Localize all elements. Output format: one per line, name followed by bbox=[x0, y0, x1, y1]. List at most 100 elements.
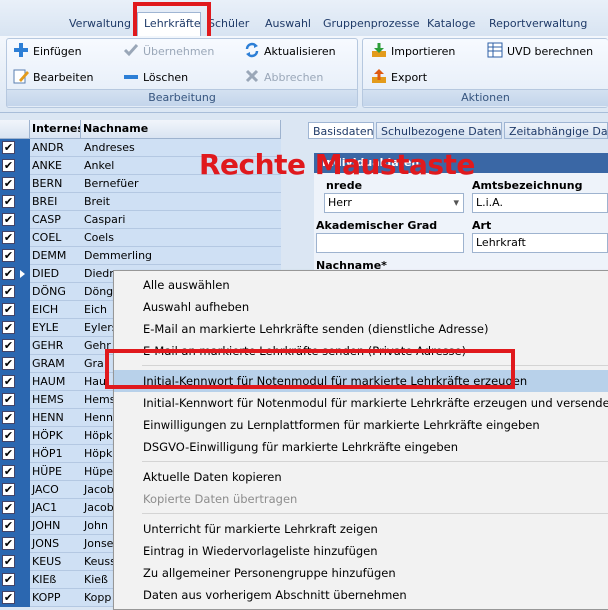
tab-verwaltung[interactable]: Verwaltung bbox=[69, 17, 131, 33]
row-checkbox[interactable]: ✔ bbox=[2, 195, 15, 208]
aktualisieren-button[interactable]: Aktualisieren bbox=[244, 42, 336, 62]
context-menu-item[interactable]: Eintrag in Wiedervorlageliste hinzufügen bbox=[114, 540, 608, 562]
cell-kuerzel[interactable]: HAUM bbox=[30, 373, 83, 391]
grid-header-check[interactable] bbox=[0, 120, 30, 138]
tab-auswahl[interactable]: Auswahl bbox=[265, 17, 311, 33]
context-menu-item[interactable]: DSGVO-Einwilligung für markierte Lehrkrä… bbox=[114, 436, 608, 458]
art-field[interactable]: Lehrkraft bbox=[472, 233, 608, 253]
cell-kuerzel[interactable]: KOPP bbox=[30, 589, 83, 607]
tab-reportverwaltung[interactable]: Reportverwaltung bbox=[489, 17, 587, 33]
group-title-aktionen: Aktionen bbox=[363, 89, 608, 106]
art-label: Art bbox=[472, 219, 492, 232]
cell-kuerzel[interactable]: COEL bbox=[30, 229, 83, 247]
abbrechen-label: Abbrechen bbox=[264, 71, 324, 84]
einfuegen-button[interactable]: Einfügen bbox=[13, 42, 82, 62]
uebernehmen-button[interactable]: Übernehmen bbox=[123, 42, 214, 62]
row-checkbox[interactable]: ✔ bbox=[2, 213, 15, 226]
row-checkbox[interactable]: ✔ bbox=[2, 519, 15, 532]
cell-kuerzel[interactable]: JONS bbox=[30, 535, 83, 553]
cell-kuerzel[interactable]: JOHN bbox=[30, 517, 83, 535]
row-checkbox[interactable]: ✔ bbox=[2, 159, 15, 172]
cell-kuerzel[interactable]: JACO bbox=[30, 481, 83, 499]
context-menu-item[interactable]: Auswahl aufheben bbox=[114, 296, 608, 318]
row-checkbox[interactable]: ✔ bbox=[2, 249, 15, 262]
table-row[interactable]: ✔ COEL Coels bbox=[0, 229, 284, 247]
column-header-internes-kuerzel[interactable]: Internes K bbox=[30, 120, 81, 138]
row-checkbox[interactable]: ✔ bbox=[2, 483, 15, 496]
row-checkbox[interactable]: ✔ bbox=[2, 321, 15, 334]
cell-kuerzel[interactable]: BERN bbox=[30, 175, 83, 193]
context-menu-item[interactable]: Aktuelle Daten kopieren bbox=[114, 466, 608, 488]
cell-kuerzel[interactable]: KIEß bbox=[30, 571, 83, 589]
cell-nachname[interactable]: Coels bbox=[81, 229, 284, 247]
cell-kuerzel[interactable]: ANDR bbox=[30, 139, 83, 157]
tab-schueler[interactable]: Schüler bbox=[208, 17, 249, 33]
row-checkbox[interactable]: ✔ bbox=[2, 573, 15, 586]
cell-kuerzel[interactable]: GRAM bbox=[30, 355, 83, 373]
amtsbezeichnung-field[interactable]: L.i.A. bbox=[472, 193, 608, 213]
context-menu-item[interactable]: Kopierte Daten übertragen bbox=[114, 488, 608, 510]
context-menu-item[interactable]: Initial-Kennwort für Notenmodul für mark… bbox=[114, 392, 608, 414]
cell-nachname[interactable]: Caspari bbox=[81, 211, 284, 229]
cell-kuerzel[interactable]: HENN bbox=[30, 409, 83, 427]
row-checkbox[interactable]: ✔ bbox=[2, 501, 15, 514]
context-menu-item[interactable]: Alle auswählen bbox=[114, 274, 608, 296]
context-menu-item[interactable]: Zu allgemeiner Personengruppe hinzufügen bbox=[114, 562, 608, 584]
row-checkbox[interactable]: ✔ bbox=[2, 285, 15, 298]
loeschen-button[interactable]: Löschen bbox=[123, 68, 188, 88]
row-checkbox[interactable]: ✔ bbox=[2, 537, 15, 550]
cell-kuerzel[interactable]: KEUS bbox=[30, 553, 83, 571]
table-row[interactable]: ✔ BREI Breit bbox=[0, 193, 284, 211]
row-checkbox[interactable]: ✔ bbox=[2, 357, 15, 370]
row-checkbox[interactable]: ✔ bbox=[2, 267, 15, 280]
export-button[interactable]: Export bbox=[371, 68, 427, 88]
cell-nachname[interactable]: Demmerling bbox=[81, 247, 284, 265]
row-checkbox[interactable]: ✔ bbox=[2, 411, 15, 424]
row-checkbox[interactable]: ✔ bbox=[2, 447, 15, 460]
row-checkbox[interactable]: ✔ bbox=[2, 141, 15, 154]
cell-kuerzel[interactable]: EICH bbox=[30, 301, 83, 319]
akademischer-grad-field[interactable] bbox=[316, 233, 464, 253]
anrede-select[interactable]: Herr ▾ bbox=[324, 193, 464, 213]
cell-kuerzel[interactable]: DÖNG bbox=[30, 283, 83, 301]
tab-schulbezogene-daten[interactable]: Schulbezogene Daten bbox=[376, 122, 502, 139]
cell-kuerzel[interactable]: ANKE bbox=[30, 157, 83, 175]
cell-kuerzel[interactable]: BREI bbox=[30, 193, 83, 211]
row-checkbox[interactable]: ✔ bbox=[2, 465, 15, 478]
table-row[interactable]: ✔ DEMM Demmerling bbox=[0, 247, 284, 265]
column-header-nachname[interactable]: Nachname bbox=[81, 120, 281, 138]
bearbeiten-button[interactable]: Bearbeiten bbox=[13, 68, 93, 88]
cell-kuerzel[interactable]: DEMM bbox=[30, 247, 83, 265]
bearbeiten-label: Bearbeiten bbox=[33, 71, 94, 84]
importieren-button[interactable]: Importieren bbox=[371, 42, 455, 62]
cell-kuerzel[interactable]: DIED bbox=[30, 265, 83, 283]
row-checkbox[interactable]: ✔ bbox=[2, 375, 15, 388]
row-checkbox[interactable]: ✔ bbox=[2, 303, 15, 316]
row-checkbox[interactable]: ✔ bbox=[2, 429, 15, 442]
cell-kuerzel[interactable]: EYLE bbox=[30, 319, 83, 337]
row-checkbox[interactable]: ✔ bbox=[2, 231, 15, 244]
tab-basisdaten[interactable]: Basisdaten bbox=[308, 122, 374, 139]
cell-nachname[interactable]: Breit bbox=[81, 193, 284, 211]
uvd-berechnen-button[interactable]: UVD berechnen bbox=[487, 42, 593, 62]
row-checkbox[interactable]: ✔ bbox=[2, 393, 15, 406]
context-menu-item[interactable]: Daten aus vorherigem Abschnitt übernehme… bbox=[114, 584, 608, 606]
cell-kuerzel[interactable]: HÖPK bbox=[30, 427, 83, 445]
row-checkbox[interactable]: ✔ bbox=[2, 339, 15, 352]
table-row[interactable]: ✔ CASP Caspari bbox=[0, 211, 284, 229]
row-checkbox[interactable]: ✔ bbox=[2, 177, 15, 190]
tab-zeitabhaengige-daten[interactable]: Zeitabhängige Date bbox=[504, 122, 608, 139]
cell-kuerzel[interactable]: HEMS bbox=[30, 391, 83, 409]
context-menu-item[interactable]: Einwilligungen zu Lernplattformen für ma… bbox=[114, 414, 608, 436]
context-menu-item[interactable]: E-Mail an markierte Lehrkräfte senden (d… bbox=[114, 318, 608, 340]
row-checkbox[interactable]: ✔ bbox=[2, 555, 15, 568]
cell-kuerzel[interactable]: CASP bbox=[30, 211, 83, 229]
abbrechen-button[interactable]: Abbrechen bbox=[244, 68, 323, 88]
cell-kuerzel[interactable]: JAC1 bbox=[30, 499, 83, 517]
cell-kuerzel[interactable]: GEHR bbox=[30, 337, 83, 355]
cell-kuerzel[interactable]: HÜPE bbox=[30, 463, 83, 481]
tab-kataloge[interactable]: Kataloge bbox=[427, 17, 475, 33]
context-menu-item[interactable]: Unterricht für markierte Lehrkraft zeige… bbox=[114, 518, 608, 540]
tab-gruppenprozesse[interactable]: Gruppenprozesse bbox=[323, 17, 420, 33]
cell-kuerzel[interactable]: HÖP1 bbox=[30, 445, 83, 463]
